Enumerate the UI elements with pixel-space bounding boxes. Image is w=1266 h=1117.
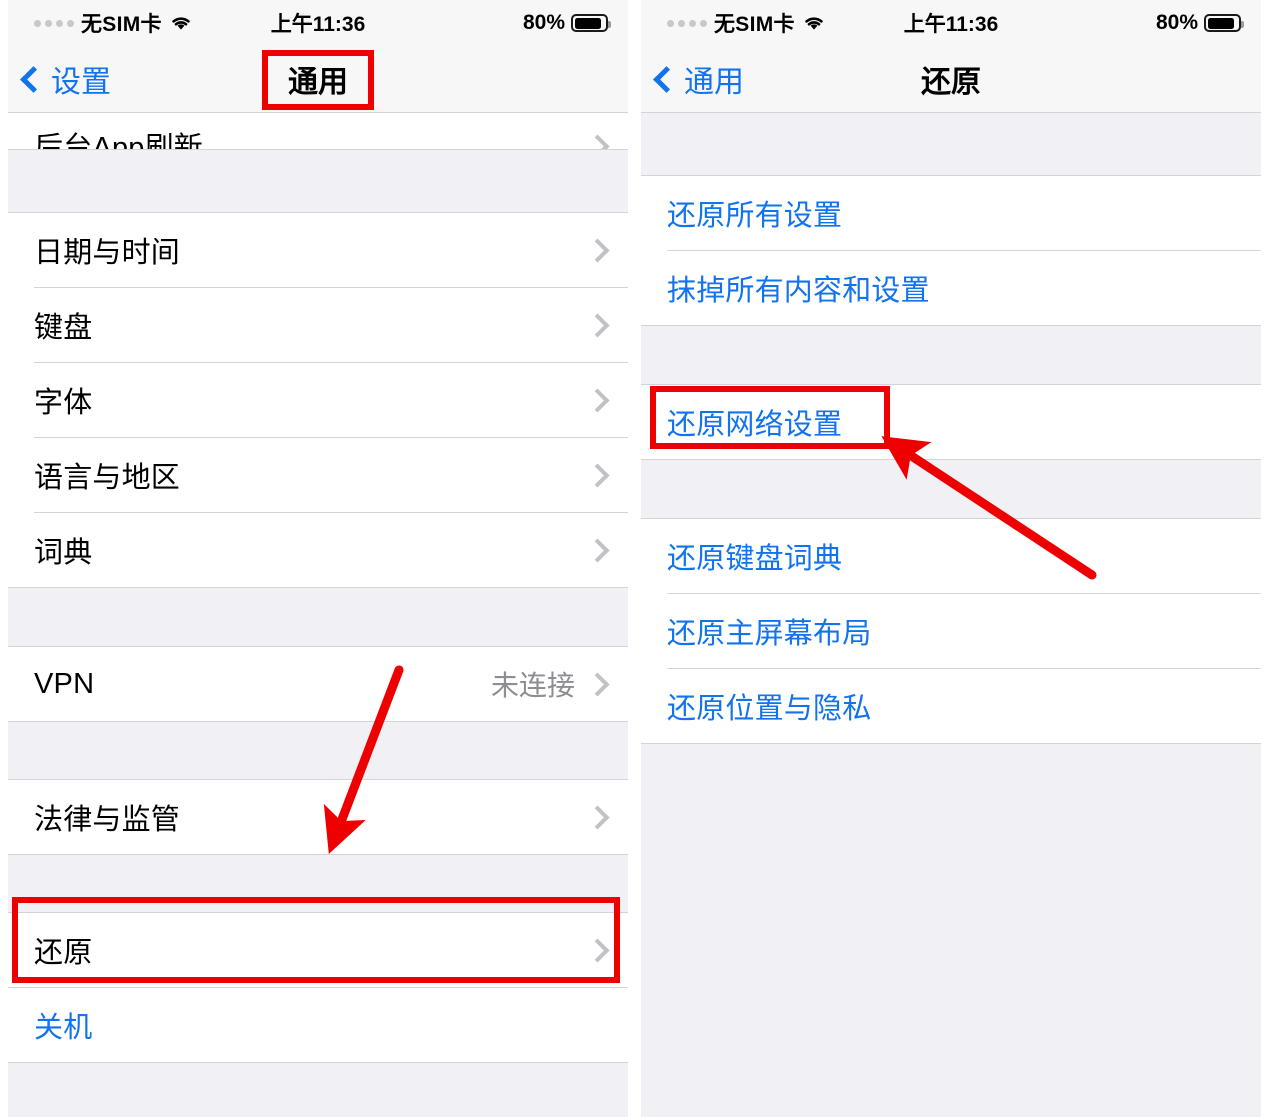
list-item-language-region[interactable]: 语言与地区 (8, 438, 628, 512)
list-item-shutdown[interactable]: 关机 (8, 988, 628, 1062)
list-item-label: 词典 (34, 537, 93, 569)
chevron-right-icon (585, 237, 610, 263)
right-group-2: 还原网络设置 (641, 385, 1261, 459)
list-item-reset-keyboard-dictionary[interactable]: 还原键盘词典 (641, 519, 1261, 593)
chevron-right-icon (585, 537, 610, 563)
battery-icon (1204, 14, 1244, 32)
screenshot-root: 无SIM卡 上午11:36 80% 设置 通用 后台App刷新 日期与时间 键盘… (0, 0, 1266, 1117)
list-item-label: 还原网络设置 (667, 409, 843, 441)
right-group-gap-2 (641, 459, 1261, 519)
list-item-legal-regulatory[interactable]: 法律与监管 (8, 780, 628, 854)
chevron-right-icon (585, 804, 610, 830)
list-item-label: 抹掉所有内容和设置 (667, 275, 930, 307)
chevron-right-icon (585, 312, 610, 338)
right-group-1: 还原所有设置 抹掉所有内容和设置 (641, 176, 1261, 325)
group-gap-4 (8, 854, 628, 913)
left-status-bar: 无SIM卡 上午11:36 80% (8, 0, 628, 46)
left-phone-panel: 无SIM卡 上午11:36 80% 设置 通用 后台App刷新 日期与时间 键盘… (8, 0, 628, 1117)
list-item-background-app-refresh[interactable]: 后台App刷新 (8, 113, 628, 149)
right-group-gap-0 (641, 113, 1261, 176)
list-item-label: 日期与时间 (34, 237, 181, 269)
list-item-label: 还原位置与隐私 (667, 693, 872, 725)
list-item-keyboard[interactable]: 键盘 (8, 288, 628, 362)
list-item-reset-location-privacy[interactable]: 还原位置与隐私 (641, 669, 1261, 743)
battery-percent-label: 80% (1155, 11, 1198, 34)
group-gap-5 (8, 1062, 628, 1117)
group-gap-3 (8, 721, 628, 780)
right-group-gap-1 (641, 325, 1261, 385)
right-status-bar: 无SIM卡 上午11:36 80% (641, 0, 1261, 46)
chevron-right-icon (585, 937, 610, 963)
left-group-2: VPN 未连接 (8, 647, 628, 721)
right-phone-panel: 无SIM卡 上午11:36 80% 通用 还原 还原所有设置 抹掉所有内容和设置… (641, 0, 1261, 1117)
list-item-value: 未连接 (490, 670, 575, 701)
list-item-label: VPN (34, 667, 95, 700)
list-item-label: 后台App刷新 (34, 132, 203, 149)
list-item-label: 还原 (34, 937, 93, 969)
right-page-title: 还原 (921, 66, 981, 99)
chevron-right-icon (585, 134, 610, 149)
list-item-vpn[interactable]: VPN 未连接 (8, 647, 628, 721)
group-gap-1 (8, 149, 628, 213)
left-settings-list[interactable]: 后台App刷新 日期与时间 键盘 字体 语言与地区 词典 VPN 未连接 法律与… (8, 113, 628, 1117)
list-item-label: 关机 (34, 1012, 93, 1044)
list-item-font[interactable]: 字体 (8, 363, 628, 437)
list-item-label: 还原所有设置 (667, 200, 843, 232)
list-item-label: 字体 (34, 387, 93, 419)
left-group-clipped: 后台App刷新 (8, 113, 628, 149)
list-item-reset-home-screen-layout[interactable]: 还原主屏幕布局 (641, 594, 1261, 668)
group-gap-2 (8, 587, 628, 647)
list-item-label: 还原主屏幕布局 (667, 618, 872, 650)
left-page-title: 通用 (288, 66, 348, 99)
right-group-gap-3 (641, 743, 1261, 1117)
list-item-label: 键盘 (34, 312, 93, 344)
left-group-1: 日期与时间 键盘 字体 语言与地区 词典 (8, 213, 628, 587)
chevron-right-icon (585, 462, 610, 488)
right-settings-list[interactable]: 还原所有设置 抹掉所有内容和设置 还原网络设置 还原键盘词典 还原主屏幕布局 还… (641, 113, 1261, 1117)
right-group-3: 还原键盘词典 还原主屏幕布局 还原位置与隐私 (641, 519, 1261, 743)
status-bar-right: 80% (1155, 11, 1244, 35)
battery-percent-label: 80% (522, 11, 565, 34)
right-nav-bar: 通用 还原 (641, 46, 1261, 113)
battery-icon (571, 14, 611, 32)
list-item-reset-network-settings[interactable]: 还原网络设置 (641, 385, 1261, 459)
list-item-label: 还原键盘词典 (667, 543, 843, 575)
list-item-erase-all-content-and-settings[interactable]: 抹掉所有内容和设置 (641, 251, 1261, 325)
list-item-reset-all-settings[interactable]: 还原所有设置 (641, 176, 1261, 250)
chevron-right-icon (585, 671, 610, 697)
list-item-dictionary[interactable]: 词典 (8, 513, 628, 587)
list-item-label: 语言与地区 (34, 462, 181, 494)
left-group-3: 法律与监管 (8, 780, 628, 854)
list-item-date-time[interactable]: 日期与时间 (8, 213, 628, 287)
left-group-4: 还原 关机 (8, 913, 628, 1062)
list-item-label: 法律与监管 (34, 804, 181, 836)
chevron-right-icon (585, 387, 610, 413)
list-item-reset[interactable]: 还原 (8, 913, 628, 987)
status-bar-right: 80% (522, 11, 611, 35)
left-nav-bar: 设置 通用 (8, 46, 628, 113)
